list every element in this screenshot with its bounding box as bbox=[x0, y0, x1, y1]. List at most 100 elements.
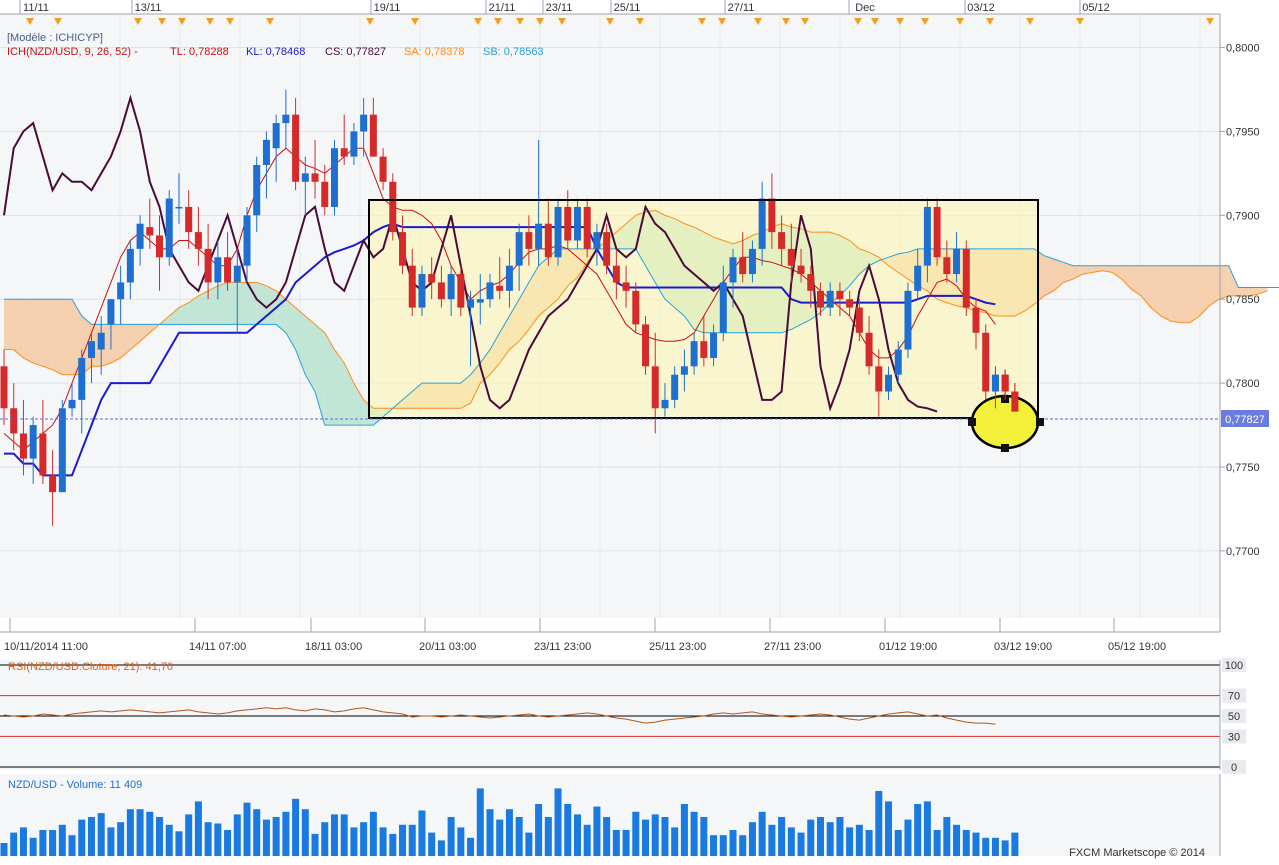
volume-bar bbox=[272, 817, 280, 856]
volume-bar bbox=[437, 840, 445, 856]
volume-bar bbox=[78, 819, 86, 856]
rsi-level-label: 30 bbox=[1228, 731, 1240, 743]
top-axis-label: 03/12 bbox=[967, 2, 995, 14]
volume-bar bbox=[418, 810, 426, 856]
volume-bar bbox=[632, 811, 640, 856]
candle-body bbox=[175, 206, 183, 209]
volume-bar bbox=[719, 835, 727, 856]
candle-body bbox=[544, 223, 552, 258]
candle-body bbox=[360, 114, 368, 132]
candle-body bbox=[505, 265, 513, 291]
volume-bar bbox=[525, 832, 533, 856]
candle-body bbox=[117, 282, 125, 300]
volume-bar bbox=[816, 817, 824, 856]
legend-ich-name: ICH(NZD/USD, 9, 26, 52) - bbox=[7, 46, 138, 58]
highlight-ellipse[interactable] bbox=[970, 394, 1040, 450]
candle-body bbox=[816, 290, 824, 308]
volume-bar bbox=[778, 817, 786, 856]
candle-body bbox=[58, 408, 66, 493]
legend-tl: TL: 0,78288 bbox=[170, 46, 229, 58]
bottom-axis-label: 10/11/2014 11:00 bbox=[4, 641, 88, 653]
ellipse-handle-bottom[interactable] bbox=[1001, 444, 1009, 452]
candle-body bbox=[953, 248, 961, 275]
volume-bar bbox=[982, 837, 990, 856]
volume-bar bbox=[330, 814, 338, 856]
volume-bar bbox=[826, 822, 834, 856]
volume-bar bbox=[515, 817, 523, 856]
bottom-axis-label: 03/12 19:00 bbox=[994, 641, 1052, 653]
candle-body bbox=[758, 198, 766, 249]
candle-body bbox=[369, 114, 377, 157]
volume-bar bbox=[457, 827, 465, 856]
volume-bar bbox=[758, 811, 766, 856]
candle-body bbox=[622, 282, 630, 291]
volume-bar bbox=[389, 833, 397, 856]
candle-body bbox=[729, 257, 737, 283]
volume-bar bbox=[185, 814, 193, 856]
cloud-segment bbox=[237, 282, 247, 325]
volume-bar bbox=[117, 822, 125, 856]
volume-bar bbox=[136, 809, 144, 856]
candle-body bbox=[797, 265, 805, 275]
volume-bar bbox=[535, 804, 543, 856]
volume-bar bbox=[369, 811, 377, 856]
bottom-axis-label: 20/11 03:00 bbox=[419, 641, 476, 653]
bottom-axis-label: 18/11 03:00 bbox=[305, 641, 362, 653]
volume-bar bbox=[622, 830, 630, 856]
candle-body bbox=[1001, 374, 1009, 392]
top-axis-label: 27/11 bbox=[728, 2, 755, 14]
candle-body bbox=[311, 173, 319, 182]
candle-body bbox=[933, 206, 941, 258]
ellipse-handle-right[interactable] bbox=[1036, 418, 1044, 426]
candle-body bbox=[525, 232, 533, 249]
candle-body bbox=[700, 341, 708, 358]
candle-body bbox=[914, 265, 922, 291]
bottom-axis-label: 14/11 07:00 bbox=[189, 641, 246, 653]
volume-bar bbox=[661, 817, 669, 856]
candle-body bbox=[642, 324, 650, 367]
price-tick-label: 0,7800 bbox=[1226, 378, 1260, 390]
volume-bar bbox=[710, 835, 718, 856]
volume-bar bbox=[29, 837, 37, 856]
candle-body bbox=[661, 399, 669, 409]
candle-body bbox=[807, 274, 815, 291]
candle-body bbox=[10, 408, 18, 434]
volume-bar bbox=[49, 830, 57, 856]
volume-bar bbox=[292, 798, 300, 856]
candle-body bbox=[418, 274, 426, 308]
volume-bar bbox=[690, 811, 698, 856]
cloud-segment bbox=[1189, 265, 1200, 323]
candle-body bbox=[690, 341, 698, 367]
candle-body bbox=[136, 223, 144, 249]
rsi-panel-background bbox=[0, 660, 1220, 770]
cloud-segment bbox=[52, 299, 63, 375]
candle-body bbox=[204, 248, 212, 283]
candle-body bbox=[68, 399, 76, 409]
rsi-level-label: 70 bbox=[1228, 691, 1240, 703]
volume-bar bbox=[700, 817, 708, 856]
volume-bar bbox=[253, 809, 261, 856]
cloud-segment bbox=[33, 299, 43, 367]
volume-bar bbox=[1001, 840, 1009, 856]
volume-bar bbox=[991, 837, 999, 856]
ellipse-handle-left[interactable] bbox=[968, 418, 976, 426]
legend-sa: SA: 0,78378 bbox=[404, 46, 465, 58]
candle-body bbox=[826, 290, 834, 308]
candle-body bbox=[515, 232, 523, 266]
volume-bar bbox=[885, 801, 893, 856]
legend-kl: KL: 0,78468 bbox=[246, 46, 305, 58]
volume-bar bbox=[58, 824, 66, 856]
volume-bar bbox=[97, 813, 105, 856]
candle-body bbox=[233, 265, 241, 283]
candle-body bbox=[301, 173, 309, 182]
volume-bar bbox=[224, 830, 232, 856]
volume-bar bbox=[399, 824, 407, 856]
candle-body bbox=[894, 349, 902, 375]
volume-bar bbox=[496, 819, 504, 856]
volume-bar bbox=[933, 830, 941, 856]
candle-body bbox=[321, 181, 329, 207]
legend-cs: CS: 0,77827 bbox=[325, 46, 386, 58]
volume-bar bbox=[612, 830, 620, 856]
candle-body bbox=[399, 232, 407, 266]
candle-body bbox=[49, 475, 57, 493]
